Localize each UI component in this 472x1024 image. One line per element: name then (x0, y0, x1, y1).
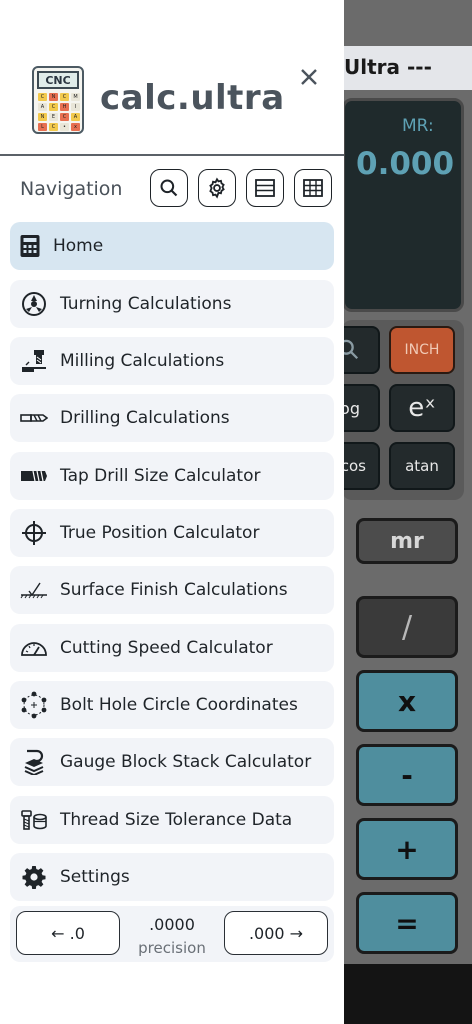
divide-key[interactable]: / (356, 596, 458, 658)
precision-control: ← .0 .0000 precision .000 → (10, 906, 334, 962)
logo-key: A (71, 113, 80, 121)
logo-key-grid: C N C M A C H I N E C A L C • x (38, 93, 80, 131)
calculator-icon (16, 232, 44, 260)
menu-item-label: Turning Calculations (60, 294, 232, 314)
logo-key: M (71, 93, 80, 101)
menu-item-label: True Position Calculator (60, 523, 260, 543)
menu-item-home[interactable]: Home (10, 222, 334, 270)
logo-key: A (38, 103, 47, 111)
menu-item-milling[interactable]: Milling Calculations (10, 337, 334, 385)
menu-item-label: Milling Calculations (60, 351, 225, 371)
app-name: calc.ultra (100, 78, 285, 118)
menu-item-label: Tap Drill Size Calculator (60, 466, 261, 486)
list-view-button[interactable] (246, 169, 284, 207)
list-view-icon (255, 179, 275, 197)
close-drawer-button[interactable] (296, 64, 322, 90)
menu-item-settings[interactable]: Settings (10, 853, 334, 901)
speedometer-icon (20, 634, 48, 662)
logo-key: E (49, 113, 58, 121)
calculator-title: Ultra --- (344, 55, 432, 79)
increase-precision-button[interactable]: .000 → (224, 911, 328, 955)
display-value: 0.000 (356, 146, 455, 182)
milling-icon (20, 347, 48, 375)
precision-value: .0000 (149, 915, 195, 934)
mr-key[interactable]: mr (356, 518, 458, 564)
logo-key: x (71, 123, 80, 131)
logo-key: C (60, 93, 69, 101)
exp-key[interactable]: eˣ (389, 384, 455, 432)
menu-item-gauge-block[interactable]: Gauge Block Stack Calculator (10, 738, 334, 786)
crosshair-icon (20, 519, 48, 547)
menu-item-label: Gauge Block Stack Calculator (60, 752, 312, 772)
logo-key: I (71, 103, 80, 111)
app-logo: CNC C N C M A C H I N E C A L C • x (32, 66, 84, 134)
menu-item-label: Cutting Speed Calculator (60, 638, 273, 658)
logo-key: C (38, 93, 47, 101)
search-button[interactable] (150, 169, 188, 207)
menu-item-turning[interactable]: Turning Calculations (10, 280, 334, 328)
logo-key: H (60, 103, 69, 111)
grid-view-icon (303, 179, 323, 197)
equals-key[interactable]: = (356, 892, 458, 954)
calculator-bottom-bar (342, 964, 472, 1024)
navigation-heading: Navigation (20, 178, 123, 200)
atan-key[interactable]: atan (389, 442, 455, 490)
logo-key: • (60, 123, 69, 131)
menu-item-cutting-speed[interactable]: Cutting Speed Calculator (10, 624, 334, 672)
menu-item-drilling[interactable]: Drilling Calculations (10, 394, 334, 442)
precision-label: precision (138, 939, 206, 957)
app-root: Ultra --- MR: 0.000 INCH og eˣ cos atan … (0, 0, 472, 1024)
gauge-block-icon (20, 748, 48, 776)
plus-key[interactable]: + (356, 818, 458, 880)
drawer-header: CNC C N C M A C H I N E C A L C • x calc… (0, 0, 344, 156)
menu-item-label: Thread Size Tolerance Data (60, 810, 293, 830)
tap-icon (20, 462, 48, 490)
menu-item-label: Surface Finish Calculations (60, 580, 288, 600)
navigation-drawer: CNC C N C M A C H I N E C A L C • x calc… (0, 0, 344, 1024)
decrease-precision-button[interactable]: ← .0 (16, 911, 120, 955)
menu-item-label: Home (53, 236, 104, 256)
drill-bit-icon (20, 404, 48, 432)
gear-icon (20, 863, 48, 891)
logo-text: CNC (37, 71, 79, 89)
menu-item-surface-finish[interactable]: Surface Finish Calculations (10, 566, 334, 614)
menu-item-thread-tolerance[interactable]: Thread Size Tolerance Data (10, 796, 334, 844)
menu-item-true-position[interactable]: True Position Calculator (10, 509, 334, 557)
gear-icon (209, 177, 225, 199)
menu-item-label: Bolt Hole Circle Coordinates (60, 695, 298, 715)
close-icon (301, 69, 317, 85)
search-icon (160, 179, 178, 197)
menu-item-label: Drilling Calculations (60, 408, 230, 428)
surface-finish-icon (20, 576, 48, 604)
minus-key[interactable]: - (356, 744, 458, 806)
grid-view-button[interactable] (294, 169, 332, 207)
settings-button[interactable] (198, 169, 236, 207)
logo-key: L (38, 123, 47, 131)
logo-key: C (60, 113, 69, 121)
multiply-key[interactable]: x (356, 670, 458, 732)
menu-item-bolt-hole-circle[interactable]: Bolt Hole Circle Coordinates (10, 681, 334, 729)
logo-key: N (38, 113, 47, 121)
thread-icon (20, 806, 48, 834)
memory-label: MR: (402, 116, 434, 136)
bolt-circle-icon (20, 691, 48, 719)
turning-icon (20, 290, 48, 318)
unit-toggle-key[interactable]: INCH (389, 326, 455, 374)
logo-key: N (49, 93, 58, 101)
logo-key: C (49, 123, 58, 131)
logo-key: C (49, 103, 58, 111)
menu-item-tap-drill[interactable]: Tap Drill Size Calculator (10, 452, 334, 500)
menu-item-label: Settings (60, 867, 130, 887)
